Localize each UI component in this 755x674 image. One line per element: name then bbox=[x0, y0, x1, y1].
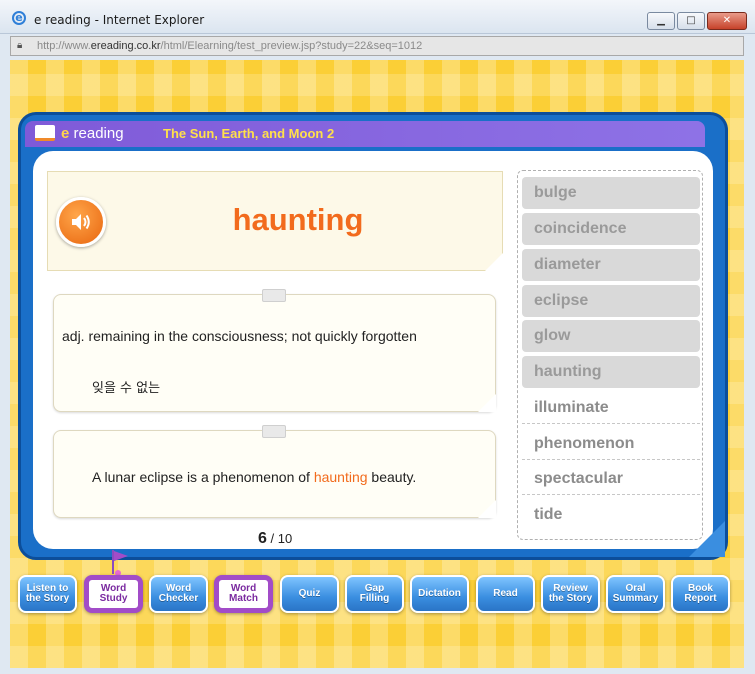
nav-line1: Read bbox=[493, 588, 518, 599]
address-url: http://www.ereading.co.kr/html/Elearning… bbox=[37, 40, 422, 52]
maximize-button[interactable]: □ bbox=[677, 12, 705, 30]
brand-word: reading bbox=[69, 124, 124, 142]
nav-line2: Match bbox=[229, 593, 258, 604]
definition-note: adj. remaining in the consciousness; not… bbox=[53, 289, 496, 412]
close-button[interactable]: ✕ bbox=[707, 12, 747, 30]
url-prefix: http://www. bbox=[37, 40, 91, 52]
story-title: The Sun, Earth, and Moon 2 bbox=[163, 126, 335, 141]
word-item-spectacular[interactable]: spectacular bbox=[522, 463, 700, 495]
nav-gap-filling[interactable]: Gap Filling bbox=[345, 575, 404, 613]
flag-icon bbox=[112, 550, 128, 576]
lock-icon: 🔒︎ bbox=[17, 40, 23, 51]
word-item-diameter[interactable]: diameter bbox=[522, 249, 700, 281]
word-item-coincidence[interactable]: coincidence bbox=[522, 213, 700, 245]
word-item-illuminate[interactable]: illuminate bbox=[522, 392, 700, 424]
word-item-bulge[interactable]: bulge bbox=[522, 177, 700, 209]
definition-text: adj. remaining in the consciousness; not… bbox=[62, 328, 417, 344]
minimize-button[interactable]: ▁ bbox=[647, 12, 675, 30]
word-item-haunting[interactable]: haunting bbox=[522, 356, 700, 388]
word-item-phenomenon[interactable]: phenomenon bbox=[522, 428, 700, 460]
nav-listen-to-the-story[interactable]: Listen to the Story bbox=[18, 575, 77, 613]
total-pages: / 10 bbox=[270, 531, 293, 546]
nav-line2: Filling bbox=[359, 593, 390, 604]
nav-word-match[interactable]: Word Match bbox=[214, 575, 273, 613]
word-item-glow[interactable]: glow bbox=[522, 320, 700, 352]
nav-line2: Report bbox=[684, 593, 717, 604]
vocabulary-word: haunting bbox=[232, 202, 364, 237]
example-before: A lunar eclipse is a phenomenon of bbox=[92, 469, 314, 485]
word-list: bulge coincidence diameter eclipse glow … bbox=[517, 170, 703, 540]
nav-line2: Study bbox=[99, 593, 128, 604]
internet-explorer-icon: e bbox=[12, 11, 26, 25]
current-page: 6 bbox=[258, 530, 267, 547]
nav-dictation[interactable]: Dictation bbox=[410, 575, 469, 613]
nav-line2: the Story bbox=[25, 593, 70, 604]
address-bar[interactable]: 🔒︎ http://www.ereading.co.kr/html/Elearn… bbox=[10, 36, 744, 56]
example-highlight: haunting bbox=[313, 469, 368, 485]
lesson-header: e reading The Sun, Earth, and Moon 2 bbox=[25, 121, 705, 147]
url-path: /html/Elearning/test_preview.jsp?study=2… bbox=[160, 40, 423, 52]
paper-clip bbox=[262, 289, 286, 302]
nav-word-study[interactable]: Word Study bbox=[84, 575, 143, 613]
note-curl bbox=[478, 394, 496, 412]
word-card: haunting bbox=[47, 171, 503, 271]
nav-oral-summary[interactable]: Oral Summary bbox=[606, 575, 665, 613]
nav-line2: Summary bbox=[612, 593, 659, 604]
example-sentence: A lunar eclipse is a phenomenon of haunt… bbox=[92, 469, 416, 485]
word-item-eclipse[interactable]: eclipse bbox=[522, 285, 700, 317]
word-item-tide[interactable]: tide bbox=[522, 499, 700, 531]
ereading-logo: e reading bbox=[35, 122, 153, 144]
note-curl bbox=[478, 500, 496, 518]
page-indicator: 6 / 10 bbox=[258, 530, 292, 548]
nav-line1: Dictation bbox=[418, 588, 461, 599]
page-content: e reading The Sun, Earth, and Moon 2 hau… bbox=[10, 60, 744, 668]
card-curl bbox=[485, 253, 503, 271]
paper-clip bbox=[262, 425, 286, 438]
korean-meaning: 잊을 수 없는 bbox=[92, 381, 161, 396]
nav-review-the-story[interactable]: Review the Story bbox=[541, 575, 600, 613]
book-icon bbox=[35, 125, 55, 141]
nav-book-report[interactable]: Book Report bbox=[671, 575, 730, 613]
nav-line1: Quiz bbox=[298, 588, 321, 599]
nav-quiz[interactable]: Quiz bbox=[280, 575, 339, 613]
window-controls: ▁ □ ✕ bbox=[647, 12, 747, 30]
example-note: A lunar eclipse is a phenomenon of haunt… bbox=[53, 425, 496, 518]
window-title-bar: e e reading - Internet Explorer ▁ □ ✕ bbox=[0, 0, 755, 34]
nav-line2: the Story bbox=[548, 593, 593, 604]
window-title: e reading - Internet Explorer bbox=[34, 13, 205, 27]
nav-read[interactable]: Read bbox=[476, 575, 535, 613]
example-after: beauty. bbox=[367, 469, 417, 485]
nav-line2: Checker bbox=[158, 593, 199, 604]
url-domain: ereading.co.kr bbox=[90, 40, 161, 52]
nav-word-checker[interactable]: Word Checker bbox=[149, 575, 208, 613]
